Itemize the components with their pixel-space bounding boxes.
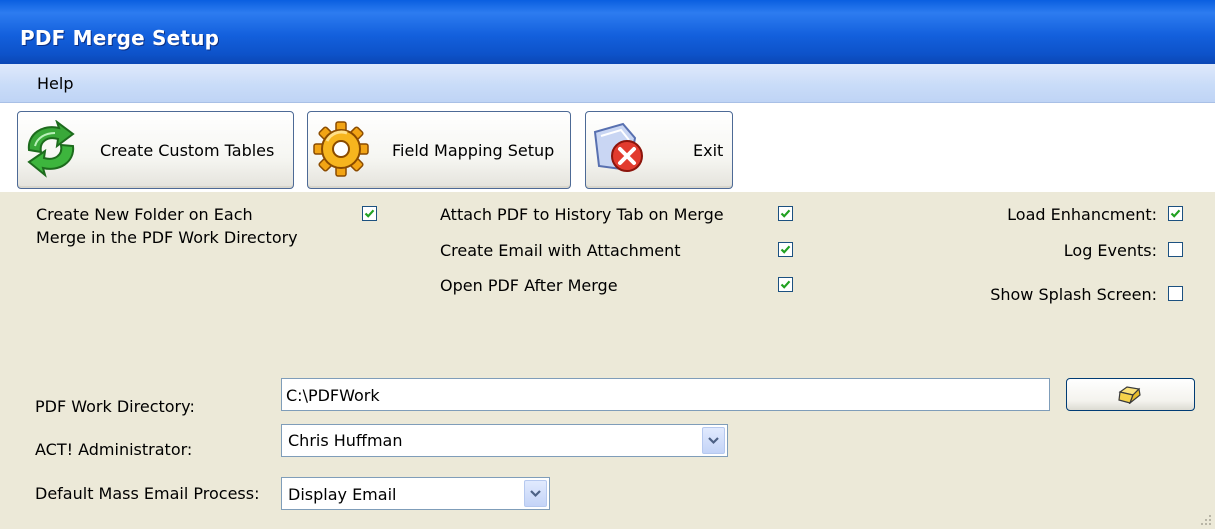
exit-x-icon [593, 122, 643, 172]
open-pdf-checkbox[interactable] [778, 277, 793, 292]
log-events-checkbox[interactable] [1168, 242, 1183, 257]
load-enhancement-label: Load Enhancment: [1007, 205, 1157, 224]
work-dir-input[interactable]: C:\PDFWork [281, 378, 1050, 411]
title-bar[interactable]: PDF Merge Setup [0, 0, 1215, 64]
mass-email-dropdown-button[interactable] [524, 480, 547, 507]
show-splash-label: Show Splash Screen: [990, 285, 1157, 304]
browse-folder-button[interactable] [1066, 378, 1195, 411]
log-events-label: Log Events: [1063, 241, 1157, 260]
attach-history-label: Attach PDF to History Tab on Merge [440, 205, 724, 224]
exit-button[interactable]: Exit [585, 111, 733, 189]
create-custom-tables-label: Create Custom Tables [100, 141, 275, 160]
chevron-down-icon [708, 437, 719, 445]
field-mapping-setup-label: Field Mapping Setup [392, 141, 555, 160]
menu-bar: Help [0, 64, 1215, 103]
attach-history-checkbox[interactable] [778, 206, 793, 221]
new-folder-checkbox[interactable] [362, 206, 377, 221]
window-title: PDF Merge Setup [20, 26, 220, 50]
create-email-checkbox[interactable] [778, 242, 793, 257]
create-custom-tables-button[interactable]: Create Custom Tables [17, 111, 294, 189]
gear-icon [313, 121, 369, 177]
check-icon [780, 280, 791, 289]
new-folder-label-line1: Create New Folder on Each [36, 205, 253, 224]
check-icon [780, 245, 791, 254]
chevron-down-icon [530, 490, 541, 498]
work-dir-value: C:\PDFWork [286, 386, 380, 405]
pdf-merge-setup-window: PDF Merge Setup Help Create Custom Table… [0, 0, 1215, 529]
work-dir-label: PDF Work Directory: [35, 397, 195, 416]
admin-label: ACT! Administrator: [35, 440, 193, 459]
exit-label: Exit [693, 141, 724, 160]
new-folder-label-line2: Merge in the PDF Work Directory [36, 228, 298, 247]
mass-email-select[interactable]: Display Email [281, 477, 550, 510]
show-splash-checkbox[interactable] [1168, 286, 1183, 301]
toolbar: Create Custom Tables Field Mapping Setup… [0, 103, 1215, 192]
mass-email-label: Default Mass Email Process: [35, 484, 260, 503]
check-icon [1170, 209, 1181, 218]
mass-email-value: Display Email [288, 485, 397, 504]
admin-select[interactable]: Chris Huffman [281, 424, 728, 457]
check-icon [780, 209, 791, 218]
field-mapping-setup-button[interactable]: Field Mapping Setup [307, 111, 571, 189]
folder-icon [1118, 386, 1141, 404]
open-pdf-label: Open PDF After Merge [440, 276, 618, 295]
admin-dropdown-button[interactable] [702, 427, 725, 454]
green-arrows-icon [27, 120, 75, 178]
check-icon [364, 209, 375, 218]
resize-grip-icon[interactable] [1200, 514, 1212, 526]
admin-value: Chris Huffman [288, 431, 403, 450]
load-enhancement-checkbox[interactable] [1168, 206, 1183, 221]
menu-help[interactable]: Help [37, 74, 73, 93]
create-email-label: Create Email with Attachment [440, 241, 681, 260]
